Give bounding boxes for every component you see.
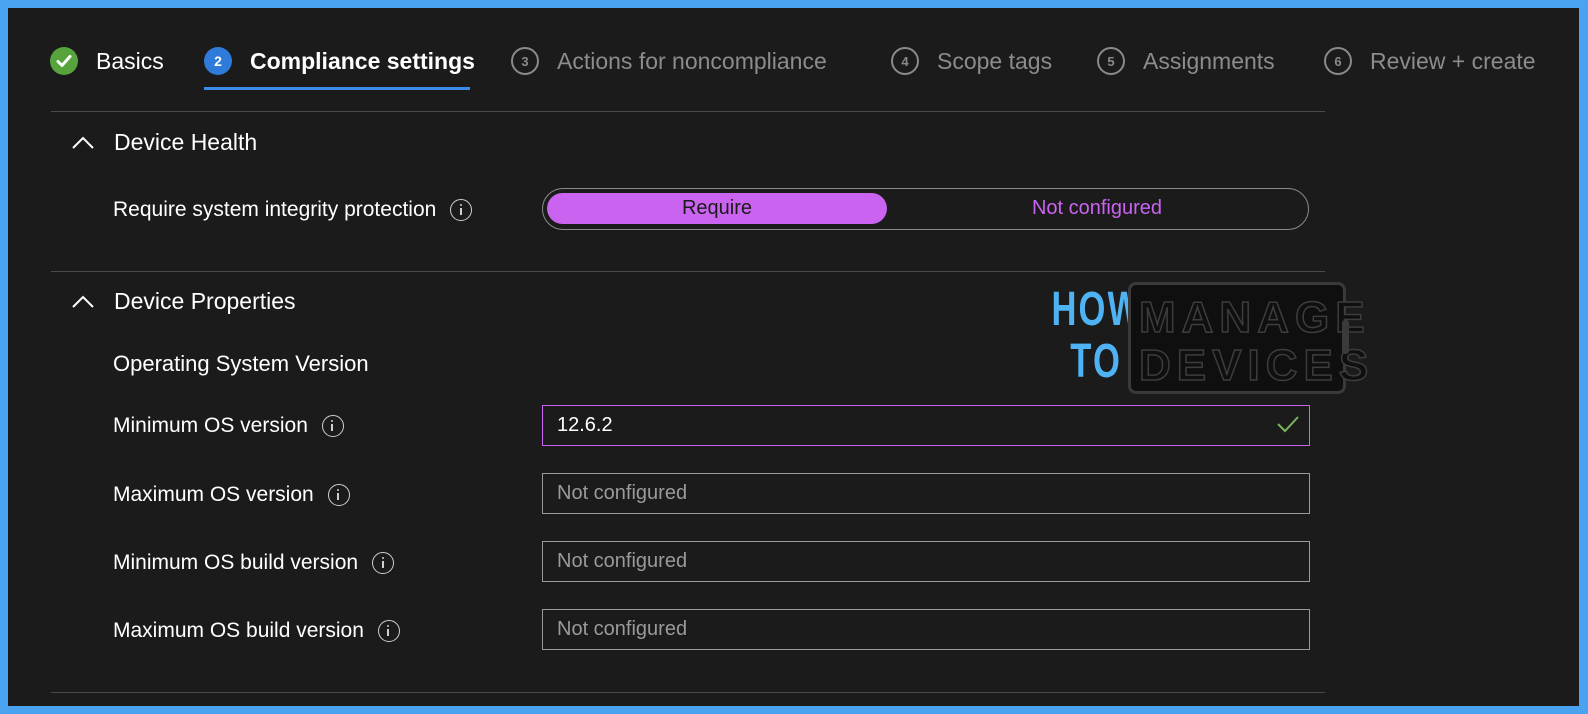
logo-text: TO [1070,335,1122,388]
device-properties-header[interactable]: Device Properties [68,288,296,315]
logo-text: MANAGE [1138,292,1371,343]
info-icon[interactable] [450,199,473,221]
step-number-badge: 4 [891,47,919,75]
min-os-build-version-label: Minimum OS build version [113,551,395,575]
divider [51,111,1325,112]
step-label: Compliance settings [250,47,475,74]
setting-label: Maximum OS version [113,483,314,506]
logo-phone-button [1342,320,1349,354]
step-scope-tags[interactable]: 4 Scope tags [891,46,1052,76]
setting-label: Maximum OS build version [113,619,364,642]
info-icon[interactable] [372,552,395,574]
step-label: Actions for noncompliance [557,47,827,74]
min-os-version-input[interactable] [542,405,1310,446]
divider [51,692,1325,693]
device-health-header[interactable]: Device Health [68,129,257,156]
step-label: Review + create [1370,47,1536,74]
step-number-badge: 6 [1324,47,1352,75]
wizard-steps-nav: Basics 2 Compliance settings 3 Actions f… [8,8,1579,108]
setting-label: Require system integrity protection [113,198,437,221]
section-title: Device Properties [114,288,296,314]
step-number-badge: 5 [1097,47,1125,75]
not-configured-option[interactable]: Not configured [888,193,1306,224]
step-actions-for-noncompliance[interactable]: 3 Actions for noncompliance [511,46,827,76]
info-icon[interactable] [377,620,400,642]
max-os-build-version-input[interactable] [542,609,1310,650]
min-os-build-version-input[interactable] [542,541,1310,582]
step-assignments[interactable]: 5 Assignments [1097,46,1275,76]
info-icon[interactable] [321,415,344,437]
step-label: Basics [96,47,164,74]
step-compliance-settings[interactable]: 2 Compliance settings [204,46,475,76]
info-icon[interactable] [327,484,350,506]
section-title: Device Health [114,129,258,155]
require-option[interactable]: Require [547,193,887,224]
logo-text: DEVICES [1138,340,1375,391]
divider [51,271,1325,272]
step-number-badge: 2 [204,47,232,75]
step-label: Scope tags [937,47,1053,74]
chevron-up-icon [72,295,94,308]
step-review-create[interactable]: 6 Review + create [1324,46,1536,76]
step-number-badge: 3 [511,47,539,75]
max-os-version-label: Maximum OS version [113,483,350,507]
valid-check-icon [1277,416,1299,433]
step-basics[interactable]: Basics [50,46,164,76]
how-to-manage-devices-logo: HOW TO MANAGE DEVICES [1024,282,1375,398]
compliance-policy-wizard: Basics 2 Compliance settings 3 Actions f… [8,8,1579,706]
active-step-underline [204,87,470,90]
setting-label: Minimum OS version [113,414,308,437]
max-os-build-version-label: Maximum OS build version [113,619,400,643]
step-label: Assignments [1143,47,1275,74]
logo-text: HOW [1051,283,1143,336]
logo-phone-frame: MANAGE DEVICES [1128,282,1375,394]
chevron-up-icon [72,136,94,149]
setting-label: Minimum OS build version [113,551,359,574]
max-os-version-input[interactable] [542,473,1310,514]
sip-toggle: Require Not configured [542,188,1309,230]
sip-setting-label: Require system integrity protection [113,198,473,222]
min-os-version-label: Minimum OS version [113,414,344,438]
check-circle-icon [50,47,78,75]
os-version-heading: Operating System Version [113,351,369,376]
